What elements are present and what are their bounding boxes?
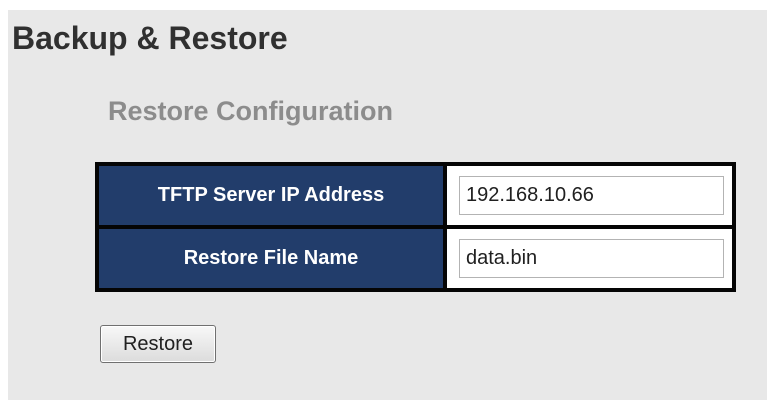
page-title: Backup & Restore bbox=[12, 20, 288, 56]
content-panel: Backup & Restore Restore Configuration T… bbox=[8, 10, 767, 400]
restore-file-name-cell bbox=[447, 229, 732, 288]
tftp-server-ip-label: TFTP Server IP Address bbox=[99, 166, 443, 225]
restore-file-name-input[interactable] bbox=[459, 239, 724, 278]
table-row: TFTP Server IP Address bbox=[99, 166, 732, 225]
restore-config-table: TFTP Server IP Address Restore File Name bbox=[95, 162, 736, 292]
restore-file-name-label: Restore File Name bbox=[99, 229, 443, 288]
table-row: Restore File Name bbox=[99, 229, 732, 288]
section-title: Restore Configuration bbox=[108, 96, 394, 126]
tftp-server-ip-cell bbox=[447, 166, 732, 225]
tftp-server-ip-input[interactable] bbox=[459, 176, 724, 215]
restore-button[interactable]: Restore bbox=[100, 325, 216, 363]
